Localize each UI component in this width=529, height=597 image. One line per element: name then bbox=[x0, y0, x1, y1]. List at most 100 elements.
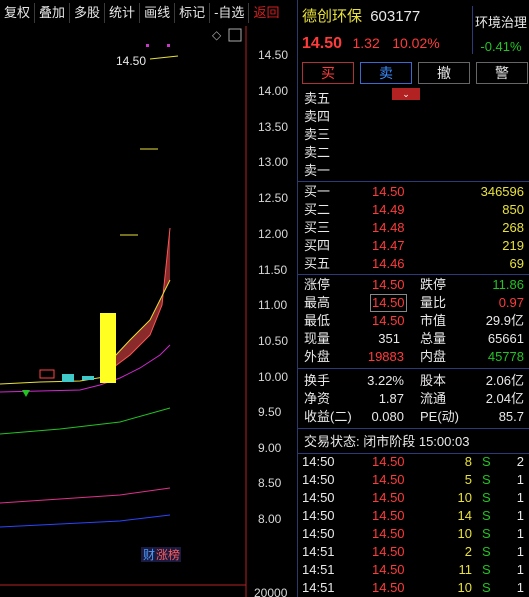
price-tick: 10.50 bbox=[258, 334, 288, 348]
toolbar-draw-line[interactable]: 画线 bbox=[140, 3, 176, 23]
buy-level-row[interactable]: 买三 14.48 268 bbox=[298, 219, 529, 237]
finance-badge[interactable]: 财 bbox=[143, 548, 155, 562]
toolbar-overlay[interactable]: 叠加 bbox=[35, 3, 71, 23]
sell-level: 卖四 bbox=[304, 109, 331, 124]
sell-level: 卖三 bbox=[304, 127, 331, 142]
tick-count: 1 bbox=[516, 472, 524, 487]
stat-label: 涨停 bbox=[304, 277, 331, 292]
rise-rank-badge[interactable]: 涨榜 bbox=[156, 547, 180, 562]
stat-value: 29.9亿 bbox=[485, 313, 524, 328]
tick-row: 14:51 14.50 11 S 1 bbox=[298, 561, 529, 579]
sell-level: 卖二 bbox=[304, 145, 331, 160]
stat-value: 65661 bbox=[487, 331, 524, 346]
svg-text:◇: ◇ bbox=[212, 28, 222, 42]
price-tick: 11.50 bbox=[258, 263, 287, 277]
buy-level-volume: 219 bbox=[502, 238, 524, 253]
tick-side: S bbox=[482, 526, 491, 541]
stat-value: 14.50 bbox=[370, 294, 407, 312]
kline-chart[interactable]: ◇ 14.50 14.50 14.00 13.50 13.00 12.50 12… bbox=[0, 26, 296, 597]
tick-volume: 10 bbox=[457, 580, 472, 595]
buy-level-label: 买三 bbox=[304, 220, 331, 235]
tick-volume: 10 bbox=[457, 526, 472, 541]
sell-level: 卖五 bbox=[304, 91, 331, 106]
tick-price: 14.50 bbox=[372, 490, 405, 505]
stat-value: 19883 bbox=[367, 349, 404, 364]
tick-row: 14:50 14.50 8 S 2 bbox=[298, 453, 529, 471]
stat-label: 流通 bbox=[420, 391, 447, 406]
buy-level-row[interactable]: 买一 14.50 346596 bbox=[298, 183, 529, 201]
tick-count: 1 bbox=[516, 526, 524, 541]
toolbar-back[interactable]: 返回 bbox=[249, 3, 283, 23]
tick-side: S bbox=[482, 508, 491, 523]
stat-row: 最高 14.50 量比 0.97 bbox=[298, 294, 529, 312]
alert-button[interactable]: 警 bbox=[476, 62, 528, 84]
tick-price: 14.50 bbox=[372, 544, 405, 559]
price-tick: 13.50 bbox=[258, 120, 288, 134]
tick-count: 1 bbox=[516, 490, 524, 505]
price-tick: 10.00 bbox=[258, 370, 288, 384]
toolbar-mark[interactable]: 标记 bbox=[175, 3, 211, 23]
stat-row: 收益(二) 0.080 PE(动) 85.7 bbox=[298, 408, 529, 426]
tick-price: 14.50 bbox=[372, 454, 405, 469]
buy-level-price: 14.47 bbox=[372, 238, 405, 253]
tick-volume: 2 bbox=[464, 544, 472, 559]
tick-row: 14:51 14.50 2 S 1 bbox=[298, 543, 529, 561]
toolbar-statistics[interactable]: 统计 bbox=[105, 3, 141, 23]
buy-level-label: 买一 bbox=[304, 184, 331, 199]
price-change-pct: 10.02% bbox=[392, 35, 440, 51]
stat-row: 换手 3.22% 股本 2.06亿 bbox=[298, 372, 529, 390]
buy-level-label: 买四 bbox=[304, 238, 331, 253]
limit-up-candle bbox=[100, 313, 116, 383]
buy-level-row[interactable]: 买四 14.47 219 bbox=[298, 237, 529, 255]
sector-name: 环境治理 bbox=[474, 15, 527, 30]
stock-name: 德创环保 bbox=[302, 8, 363, 25]
toolbar-multi-stock[interactable]: 多股 bbox=[70, 3, 106, 23]
tick-price: 14.50 bbox=[372, 562, 405, 577]
stat-value: 0.97 bbox=[498, 295, 524, 310]
stat-value: 2.04亿 bbox=[485, 391, 524, 406]
price-tick: 11.00 bbox=[258, 298, 287, 312]
stat-label: 最低 bbox=[304, 313, 331, 328]
volume-tick: 20000 bbox=[254, 586, 288, 597]
tick-count: 1 bbox=[516, 544, 524, 559]
chart-toolbar: 复权 叠加 多股 统计 画线 标记 -自选 返回 bbox=[0, 0, 296, 26]
tick-time: 14:51 bbox=[302, 580, 335, 595]
stock-code: 603177 bbox=[370, 8, 421, 25]
tick-count: 2 bbox=[516, 454, 524, 469]
sell-level: 卖一 bbox=[304, 163, 331, 178]
buy-level-label: 买二 bbox=[304, 202, 331, 217]
tick-row: 14:51 14.50 10 S 1 bbox=[298, 579, 529, 597]
buy-button[interactable]: 买 bbox=[302, 62, 354, 84]
tick-volume: 14 bbox=[457, 508, 472, 523]
tick-volume: 11 bbox=[458, 562, 473, 577]
toolbar-restore-rights[interactable]: 复权 bbox=[0, 3, 36, 23]
stat-label: 跌停 bbox=[420, 277, 447, 292]
price-tick: 14.50 bbox=[258, 48, 288, 62]
tick-time: 14:51 bbox=[302, 544, 335, 559]
stat-value: 2.06亿 bbox=[485, 373, 524, 388]
tick-volume: 10 bbox=[457, 490, 472, 505]
cancel-order-button[interactable]: 撤 bbox=[418, 62, 470, 84]
stat-label: 最高 bbox=[304, 295, 331, 310]
tick-time: 14:50 bbox=[302, 454, 335, 469]
tick-time: 14:50 bbox=[302, 490, 335, 505]
stat-label: PE(动) bbox=[420, 409, 460, 424]
toolbar-watchlist[interactable]: -自选 bbox=[210, 3, 250, 23]
price-tick: 13.00 bbox=[258, 155, 288, 169]
stat-label: 外盘 bbox=[304, 349, 331, 364]
stat-label: 总量 bbox=[420, 331, 447, 346]
last-price-label: 14.50 bbox=[116, 54, 146, 68]
stat-value: 351 bbox=[378, 331, 400, 346]
tick-side: S bbox=[482, 562, 491, 577]
stat-label: 股本 bbox=[420, 373, 447, 388]
trade-status: 交易状态: 闭市阶段 15:00:03 bbox=[304, 434, 470, 449]
buy-level-row[interactable]: 买二 14.49 850 bbox=[298, 201, 529, 219]
sell-button[interactable]: 卖 bbox=[360, 62, 412, 84]
buy-level-volume: 268 bbox=[502, 220, 524, 235]
tick-count: 1 bbox=[516, 562, 524, 577]
stat-label: 量比 bbox=[420, 295, 447, 310]
tick-side: S bbox=[482, 490, 491, 505]
tick-volume: 5 bbox=[464, 472, 472, 487]
stat-value: 14.50 bbox=[372, 313, 405, 328]
buy-level-row[interactable]: 买五 14.46 69 bbox=[298, 255, 529, 273]
